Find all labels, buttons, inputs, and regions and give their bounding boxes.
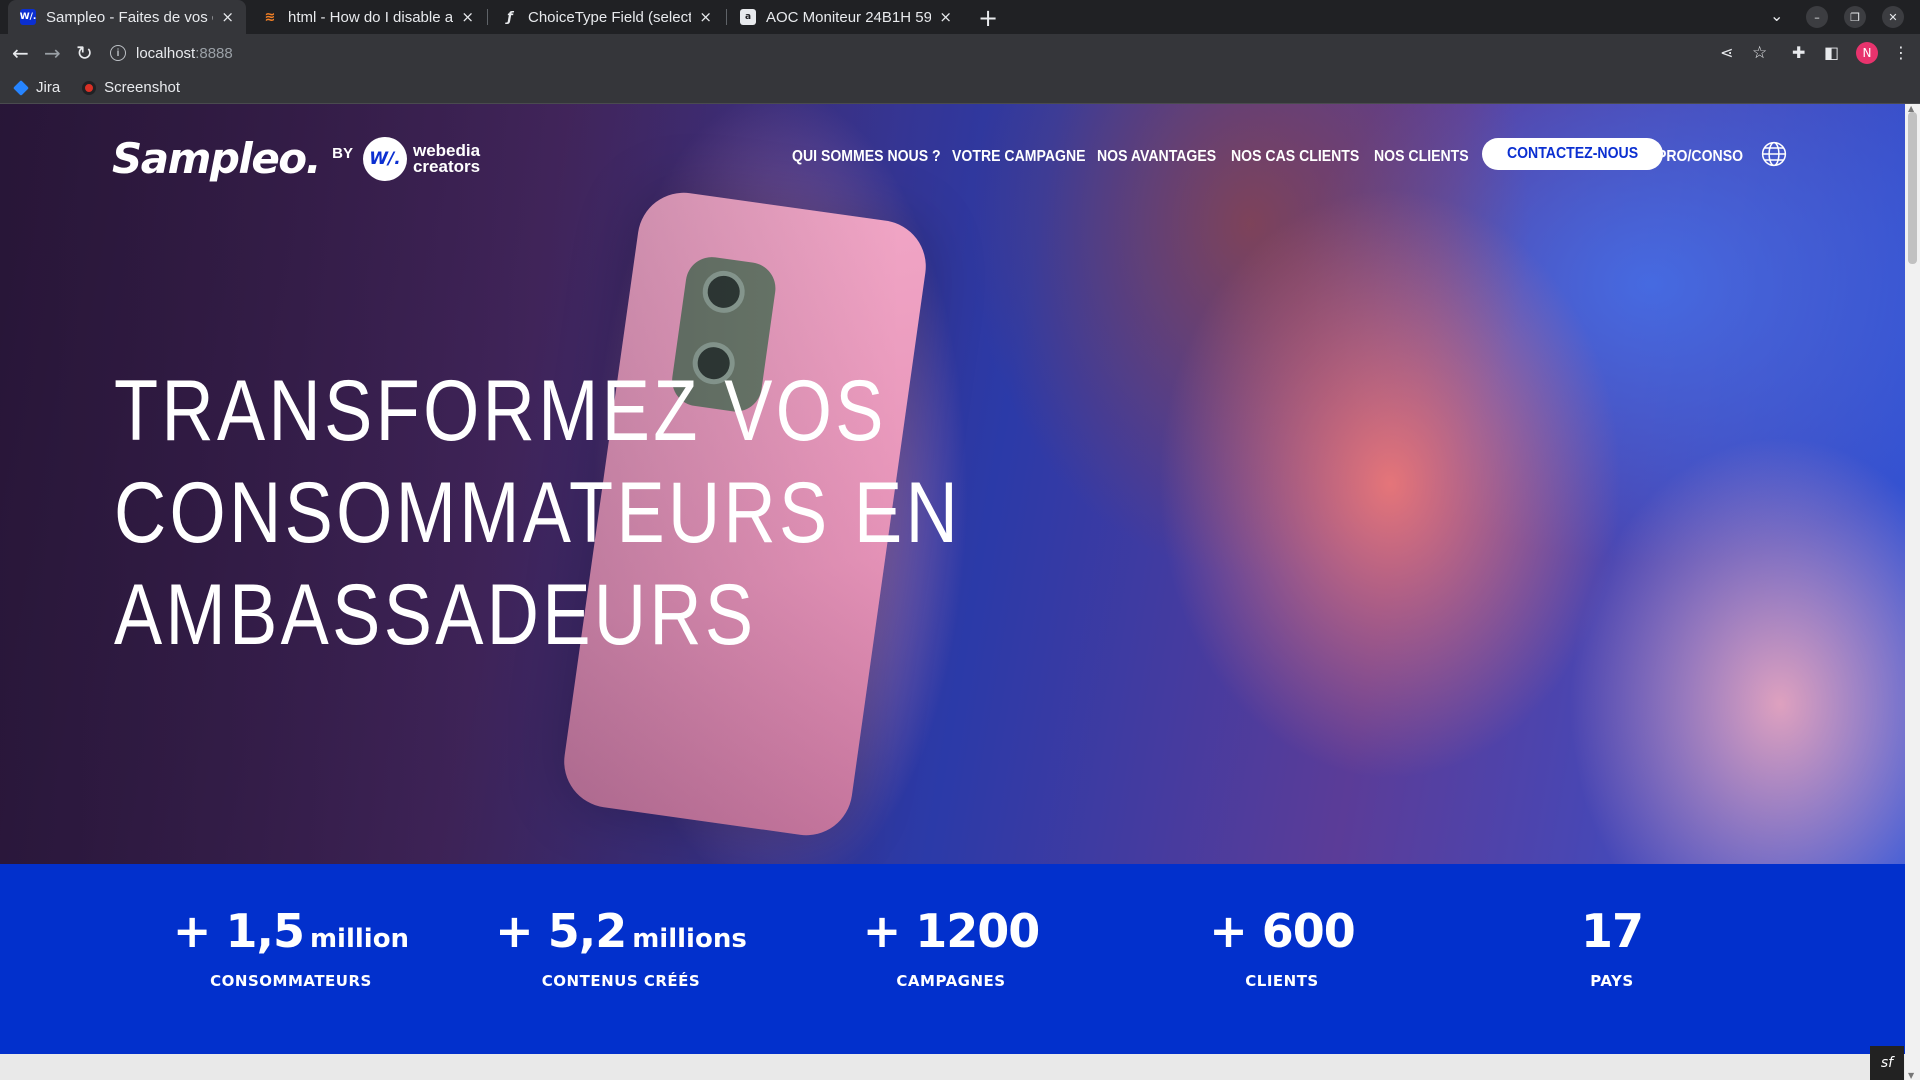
jira-icon [13, 79, 29, 96]
nav-votre-campagne[interactable]: VOTRE CAMPAGNE [952, 148, 1086, 166]
tab-title: html - How do I disable a h [288, 8, 454, 26]
partner-line-2: creators [412, 156, 481, 176]
bookmark-label: Screenshot [104, 79, 181, 96]
restore-icon[interactable]: ❐ [1844, 6, 1866, 28]
tab-separator [726, 9, 727, 25]
address-bar[interactable]: i localhost:8888 [110, 38, 1720, 68]
nav-nos-avantages[interactable]: NOS AVANTAGES [1097, 148, 1216, 166]
brand-name: Sampleo. [112, 134, 322, 183]
tab-close-icon[interactable]: × [221, 8, 234, 26]
partner-name: webedia creators [412, 142, 481, 176]
stat-value: + 1200 [786, 904, 1116, 958]
nav-qui-sommes-nous[interactable]: QUI SOMMES NOUS ? [792, 148, 941, 166]
tab-close-icon[interactable]: × [699, 8, 712, 26]
tab-close-icon[interactable]: × [939, 8, 952, 26]
hero-headline: TRANSFORMEZ VOS CONSOMMATEURS EN AMBASSA… [114, 360, 961, 666]
minimize-icon[interactable]: – [1806, 6, 1828, 28]
tab-strip: W/. Sampleo - Faites de vos co × ≋ html … [0, 0, 1920, 34]
stat-label: CONSOMMATEURS [210, 972, 372, 990]
share-icon[interactable]: ⋖ [1720, 43, 1733, 63]
stat-number: + 5,2 [495, 904, 627, 958]
address-host: localhost [136, 44, 196, 62]
contact-button[interactable]: CONTACTEZ-NOUS [1482, 138, 1664, 170]
nav-nos-clients[interactable]: NOS CLIENTS [1374, 148, 1469, 166]
stat-pays: 17 PAYS [1447, 904, 1777, 990]
stat-label: CAMPAGNES [896, 972, 1006, 990]
webedia-logo-icon: W/. [362, 136, 407, 181]
stat-value: + 600 [1117, 904, 1447, 958]
browser-toolbar: ← → ↻ i localhost:8888 ⋖ ☆ ✚ ◧ N ⋮ [0, 34, 1920, 72]
tab-search-chevron-icon[interactable]: ⌄ [1770, 6, 1783, 25]
stat-number: 17 [1580, 904, 1644, 958]
amazon-favicon-icon: a [740, 9, 756, 25]
stat-label: CLIENTS [1245, 972, 1319, 990]
stat-consommateurs: + 1,5 million CONSOMMATEURS [126, 904, 456, 990]
tab-symfony[interactable]: ƒ ChoiceType Field (select d × [490, 0, 724, 34]
bookmark-label: Jira [36, 79, 61, 96]
page-scrollbar[interactable]: ▲ ▼ [1905, 104, 1920, 1080]
tab-title: ChoiceType Field (select d [528, 8, 692, 26]
contact-button-label: CONTACTEZ-NOUS [1506, 145, 1639, 162]
stat-clients: + 600 CLIENTS [1117, 904, 1447, 990]
forward-icon[interactable]: → [44, 43, 61, 63]
symfony-favicon-icon: ƒ [507, 9, 513, 25]
next-section [0, 1054, 1905, 1080]
stat-campagnes: + 1200 CAMPAGNES [786, 904, 1116, 990]
extensions-icon[interactable]: ✚ [1792, 43, 1805, 63]
scrollbar-thumb[interactable] [1908, 112, 1917, 264]
site-info-icon[interactable]: i [110, 45, 126, 61]
stat-contenus: + 5,2 millions CONTENUS CRÉÉS [456, 904, 786, 990]
page-viewport: Sampleo. BY W/. webedia creators QUI SOM… [0, 104, 1905, 1080]
stat-value: + 5,2 millions [456, 904, 786, 958]
bookmarks-bar: Jira Screenshot [0, 72, 1920, 104]
stat-label: CONTENUS CRÉÉS [541, 972, 701, 990]
stats-band: + 1,5 million CONSOMMATEURS + 5,2 millions… [0, 864, 1905, 1054]
headline-line-3: AMBASSADEURS [114, 567, 757, 663]
headline-line-2: CONSOMMATEURS EN [114, 465, 962, 561]
reload-icon[interactable]: ↻ [76, 43, 93, 63]
tab-amazon[interactable]: a AOC Moniteur 24B1H 59,5 × [728, 0, 964, 34]
stat-unit: million [309, 924, 410, 954]
profile-avatar[interactable]: N [1856, 42, 1878, 64]
tab-title: Sampleo - Faites de vos co [46, 8, 214, 26]
stat-value: + 1,5 million [126, 904, 456, 958]
tab-close-icon[interactable]: × [461, 8, 474, 26]
stat-label: PAYS [1590, 972, 1634, 990]
tab-separator [487, 9, 488, 25]
side-panel-icon[interactable]: ◧ [1824, 43, 1839, 63]
stat-unit: millions [632, 924, 747, 954]
webedia-favicon-icon: W/. [20, 9, 36, 25]
stat-value: 17 [1447, 904, 1777, 958]
screenshot-icon [82, 80, 97, 95]
bookmark-screenshot[interactable]: Screenshot [82, 79, 180, 96]
nav-pro-conso[interactable]: PRO/CONSO [1657, 148, 1743, 166]
brand-by: BY [332, 145, 353, 162]
globe-icon[interactable] [1761, 141, 1787, 167]
site-logo[interactable]: Sampleo. BY W/. webedia creators [112, 134, 480, 183]
new-tab-button[interactable]: + [978, 4, 998, 32]
hero-section: Sampleo. BY W/. webedia creators QUI SOM… [0, 104, 1905, 864]
bookmark-jira[interactable]: Jira [13, 79, 61, 96]
tab-sampleo[interactable]: W/. Sampleo - Faites de vos co × [8, 0, 246, 34]
headline-line-1: TRANSFORMEZ VOS [114, 363, 887, 459]
stackoverflow-favicon-icon: ≋ [264, 9, 276, 25]
stat-number: + 1,5 [172, 904, 305, 958]
tab-stackoverflow[interactable]: ≋ html - How do I disable a h × [250, 0, 486, 34]
tab-title: AOC Moniteur 24B1H 59,5 [766, 8, 932, 26]
back-icon[interactable]: ← [12, 43, 29, 63]
window-close-icon[interactable]: ✕ [1882, 6, 1904, 28]
stat-number: + 600 [1209, 904, 1356, 958]
nav-nos-cas-clients[interactable]: NOS CAS CLIENTS [1231, 148, 1359, 166]
stat-number: + 1200 [862, 904, 1041, 958]
scroll-down-icon[interactable]: ▼ [1908, 1071, 1914, 1080]
menu-kebab-icon[interactable]: ⋮ [1893, 43, 1909, 63]
address-port: :8888 [195, 44, 233, 62]
symfony-toolbar-icon[interactable]: sf [1870, 1046, 1904, 1080]
bookmark-star-icon[interactable]: ☆ [1752, 43, 1767, 63]
